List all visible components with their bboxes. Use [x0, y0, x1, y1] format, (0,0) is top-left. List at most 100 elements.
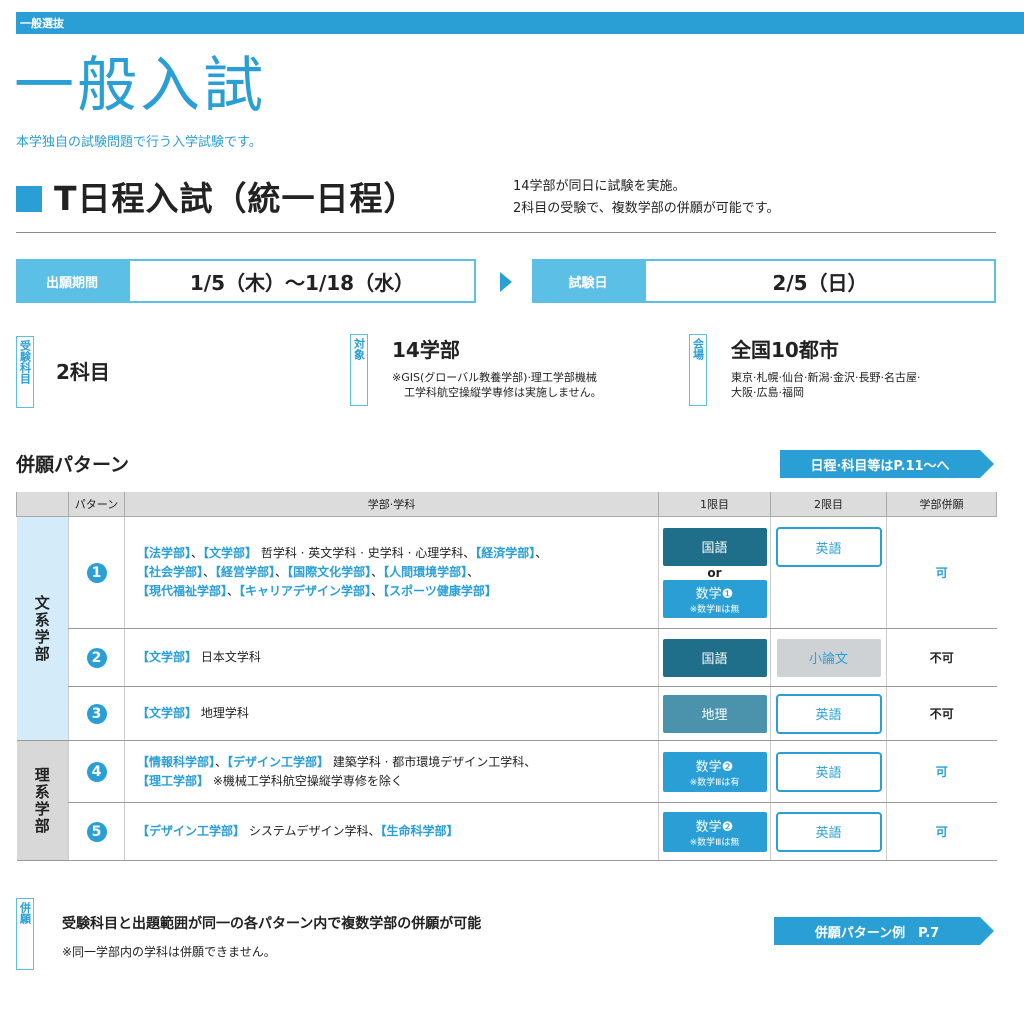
- department-text: 、: [203, 565, 216, 579]
- pattern-number-badge: 4: [86, 761, 107, 782]
- period2-cell: 英語: [770, 740, 887, 803]
- footer-tag-text: 併願: [18, 902, 32, 924]
- pattern-table: パターン 学部·学科 1限目 2限目 学部併願 文系学部 1 【法学部】、【文学部】…: [16, 492, 997, 861]
- col-header: パターン: [68, 492, 125, 517]
- group-label-rikei: 理系学部: [16, 740, 69, 861]
- department-text: 建築学科 · 都市環境デザイン工学科、: [329, 754, 537, 769]
- exam-date-value: 2/5（日）: [644, 259, 996, 303]
- faculty-name: 【現代福祉学部】: [137, 584, 228, 598]
- department-text: 、: [227, 584, 240, 598]
- faculty-cell: 【文学部】 地理学科: [124, 686, 659, 741]
- table-header: パターン 学部·学科 1限目 2限目 学部併願: [16, 492, 997, 517]
- subject-kokugo-label: 国語: [701, 652, 728, 667]
- subject-kokugo-label: 国語: [701, 541, 728, 556]
- venue-tag: 会場: [689, 334, 707, 406]
- faculty-line: 【法学部】、【文学部】 哲学科 · 英文学科 · 史学科 · 心理学科、【経済学…: [137, 544, 658, 563]
- period1-cell: 国語 or 数学❶ ※数学Ⅲは無: [658, 516, 771, 629]
- result-cell: 不可: [886, 628, 997, 687]
- subject-eigo-label: 英語: [815, 708, 842, 723]
- period1-cell: 数学❷ ※数学Ⅲは無: [658, 802, 771, 861]
- pattern-number-badge: 3: [86, 703, 107, 724]
- target-note-line: 工学科航空操縦学専修は実施しません。: [404, 386, 602, 399]
- department-text: 地理学科: [197, 706, 249, 720]
- faculty-name: 【情報科学部】: [137, 754, 216, 769]
- faculty-name: 【生命科学部】: [380, 824, 459, 838]
- table-row: 5 【デザイン工学部】 システムデザイン学科、【生命科学部】 数学❷ ※数学Ⅲは無 英語…: [17, 802, 997, 861]
- faculty-name: 【デザイン工学部】: [227, 754, 330, 769]
- result-cell: 可: [886, 516, 997, 629]
- subject-eigo: 英語: [775, 811, 882, 852]
- subject-eigo-label: 英語: [815, 766, 842, 781]
- faculty-name: 【人間環境学部】: [383, 565, 468, 579]
- faculty-name: 【文学部】: [137, 650, 198, 664]
- page-title: 一般入試: [14, 51, 266, 121]
- subject-shoronbun-label: 小論文: [808, 652, 848, 667]
- faculty-name: 【国際文化学部】: [287, 565, 372, 579]
- venue-note: 東京·札幌·仙台·新潟·金沢·長野·名古屋· 大阪·広島·福岡: [731, 370, 920, 400]
- pattern-number-badge: 2: [86, 647, 107, 668]
- footer-text: 受験科目と出題範囲が同一の各パターン内で複数学部の併願が可能: [62, 916, 482, 932]
- table-row: 2 【文学部】 日本文学科 国語 小論文 不可: [17, 628, 997, 687]
- subject-math1-note: ※数学Ⅲは無: [689, 604, 740, 615]
- faculty-name: 【法学部】: [137, 546, 192, 560]
- department-text: 、: [215, 754, 228, 769]
- department-text: システムデザイン学科、: [245, 824, 381, 838]
- faculty-line: 【デザイン工学部】 システムデザイン学科、【生命科学部】: [137, 822, 658, 841]
- col-header: 1限目: [658, 492, 771, 517]
- pattern-number-badge: 5: [86, 821, 107, 842]
- table-row: 理系学部 4 【情報科学部】、【デザイン工学部】 建築学科 · 都市環境デザイン工学…: [16, 740, 997, 861]
- subject-math2-label: 数学❷: [695, 819, 734, 835]
- period1-cell: 国語: [658, 628, 771, 687]
- venue-value: 全国10都市: [731, 338, 839, 362]
- department-text: 、: [371, 584, 384, 598]
- faculty-list: 【デザイン工学部】 システムデザイン学科、【生命科学部】: [125, 822, 658, 841]
- faculty-line: 【社会学部】、【経営学部】、【国際文化学部】、【人間環境学部】、: [137, 563, 658, 582]
- period2-cell: 小論文: [770, 628, 887, 687]
- department-text: 、: [191, 546, 204, 560]
- subject-math2: 数学❷ ※数学Ⅲは無: [662, 811, 767, 852]
- faculty-name: 【社会学部】: [137, 565, 204, 579]
- target-note: ※GIS(グローバル教養学部)·理工学部機械 工学科航空操縦学専修は実施しません…: [392, 370, 602, 400]
- venue-tag-text: 会場: [691, 338, 705, 360]
- table-row: 文系学部 1 【法学部】、【文学部】 哲学科 · 英文学科 · 史学科 · 心理学科…: [16, 516, 997, 741]
- subjects-tag: 受験科目: [16, 336, 34, 408]
- target-tag-text: 対象: [352, 338, 366, 360]
- faculty-name: 【デザイン工学部】: [137, 824, 246, 838]
- result-cell: 可: [886, 740, 997, 803]
- subject-eigo-label: 英語: [815, 826, 842, 841]
- subject-shoronbun: 小論文: [776, 638, 881, 677]
- target-note-line: ※GIS(グローバル教養学部)·理工学部機械: [392, 371, 597, 384]
- col-header: 学部併願: [886, 492, 997, 517]
- faculty-cell: 【デザイン工学部】 システムデザイン学科、【生命科学部】: [124, 802, 659, 861]
- faculty-name: 【スポーツ健康学部】: [383, 584, 497, 598]
- subject-math2: 数学❷ ※数学Ⅲは有: [662, 751, 767, 792]
- arrow-right-icon: [500, 272, 512, 292]
- exam-date-label: 試験日: [532, 259, 644, 303]
- faculty-line: 【文学部】 地理学科: [137, 704, 658, 723]
- footer-note: ※同一学部内の学科は併願できません。: [62, 945, 276, 959]
- footer-tag: 併願: [16, 898, 34, 970]
- subject-math2-note: ※数学Ⅲは無: [689, 837, 740, 848]
- col-header: 学部·学科: [124, 492, 659, 517]
- faculty-list: 【情報科学部】、【デザイン工学部】 建築学科 · 都市環境デザイン工学科、 【理工…: [125, 753, 658, 791]
- group-label-bunkei: 文系学部: [16, 516, 69, 741]
- pattern-number-cell: 2: [68, 628, 125, 687]
- schedule-link-button[interactable]: 日程·科目等はP.11〜へ: [780, 450, 994, 478]
- section-tag: 一般選抜: [20, 17, 64, 30]
- subject-eigo: 英語: [775, 693, 882, 734]
- period2-cell: 英語: [770, 516, 887, 629]
- subjects-value: 2科目: [56, 360, 110, 384]
- pattern-example-link-button[interactable]: 併願パターン例 P.7: [774, 917, 994, 945]
- pattern-number-cell: 1: [68, 516, 125, 629]
- department-text: 、: [275, 565, 288, 579]
- department-text: 哲学科 · 英文学科 · 史学科 · 心理学科、: [257, 546, 476, 560]
- schedule-note-line: 2科目の受験で、複数学部の併願が可能です。: [513, 201, 780, 216]
- subject-math1: 数学❶ ※数学Ⅲは無: [662, 579, 767, 618]
- subject-eigo: 英語: [775, 527, 882, 567]
- faculty-cell: 【法学部】、【文学部】 哲学科 · 英文学科 · 史学科 · 心理学科、【経済学…: [124, 516, 659, 629]
- department-text: ※機械工学科航空操縦学専修を除く: [209, 773, 403, 788]
- pattern-number-cell: 5: [68, 802, 125, 861]
- subject-eigo: 英語: [775, 751, 882, 792]
- faculty-list: 【文学部】 日本文学科: [125, 648, 658, 667]
- faculty-line: 【情報科学部】、【デザイン工学部】 建築学科 · 都市環境デザイン工学科、: [137, 753, 658, 772]
